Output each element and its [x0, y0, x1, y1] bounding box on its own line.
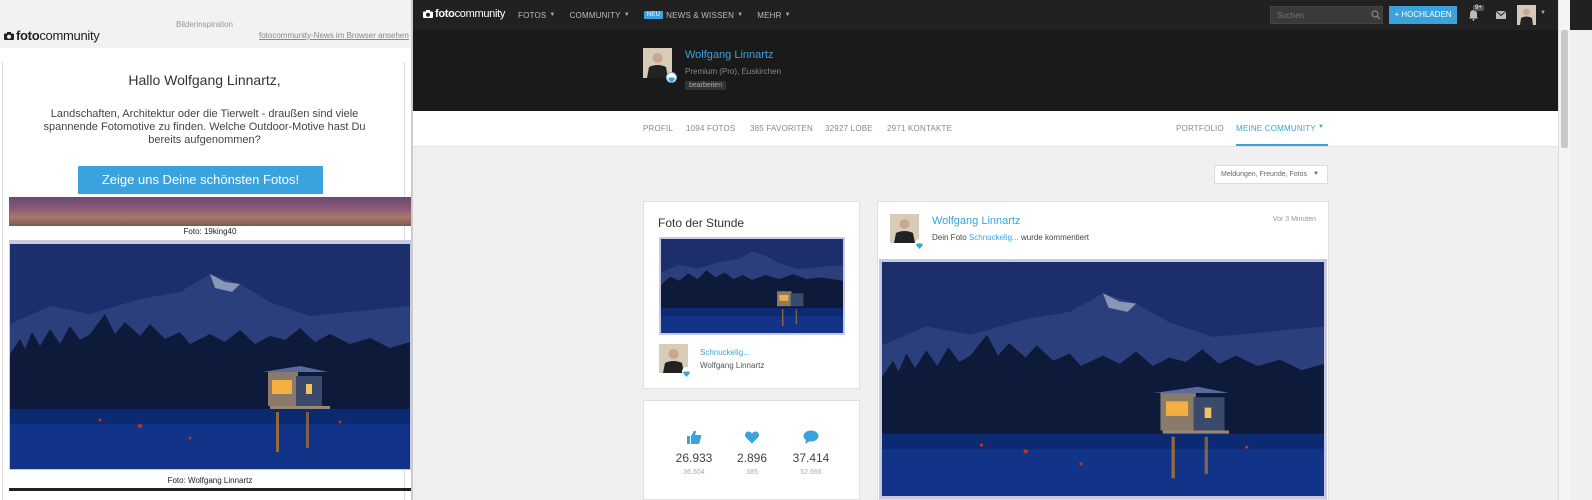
heart-icon [745, 431, 759, 444]
feed-author-name[interactable]: Wolfgang Linnartz [932, 215, 1020, 227]
upload-button[interactable]: + HOCHLADEN [1389, 6, 1457, 24]
stat-value: 37.414 [792, 451, 830, 465]
feed-photo[interactable] [879, 259, 1327, 499]
lake-cabin-photo [882, 262, 1324, 496]
nav-label: NEWS & WISSEN [666, 10, 735, 20]
camera-icon [423, 10, 433, 18]
filter-value: Meldungen, Freunde, Fotos [1221, 171, 1307, 178]
tab-fotos[interactable]: 1094 FOTOS [686, 124, 735, 133]
fotocommunity-site: fotocommunity FOTOS ▼ COMMUNITY ▼ NEU NE… [413, 0, 1592, 500]
tab-kontakte[interactable]: 2971 KONTAKTE [887, 124, 952, 133]
stat-sub: 36.504 [683, 469, 705, 476]
page-scrollbar[interactable] [1558, 0, 1570, 500]
feed-text-post: wurde kommentiert [1020, 233, 1089, 242]
mail-icon[interactable] [1496, 11, 1506, 19]
feed-timestamp: Vor 3 Minuten [1272, 216, 1316, 223]
premium-diamond-icon [666, 72, 677, 83]
profile-name[interactable]: Wolfgang Linnartz [685, 49, 773, 61]
photo-of-hour-card: Foto der Stunde Schnuckelig... Wolfgang … [643, 201, 860, 389]
stat-likes: 26.933 36.504 [664, 429, 724, 476]
newsletter-logo[interactable]: fotocommunity [4, 28, 100, 43]
newsletter-feature-photo[interactable] [9, 240, 411, 470]
chevron-down-icon: ▼ [549, 12, 556, 18]
newsletter-panel: fotocommunity Bilderinspiration fotocomm… [0, 0, 413, 500]
photo-caption: Foto: 19king40 [183, 227, 237, 236]
view-in-browser-link[interactable]: fotocommunity-News im Browser ansehen [259, 31, 409, 40]
photo-caption: Foto: Wolfgang Linnartz [167, 476, 253, 485]
heather-photo-strip[interactable] [9, 197, 411, 226]
nav-label: MEHR [757, 10, 782, 20]
top-navbar: fotocommunity FOTOS ▼ COMMUNITY ▼ NEU NE… [413, 0, 1592, 30]
nav-label: FOTOS [518, 10, 547, 20]
stat-sub: 52.666 [800, 469, 822, 476]
nav-fotos[interactable]: FOTOS ▼ [511, 11, 563, 20]
comment-icon [803, 430, 819, 444]
user-menu-avatar[interactable] [1517, 5, 1536, 25]
photo-strip-bottom [9, 488, 411, 491]
tab-profil[interactable]: PROFIL [643, 124, 673, 133]
chevron-down-icon[interactable]: ▼ [1318, 124, 1324, 130]
tab-favoriten[interactable]: 385 FAVORITEN [750, 124, 813, 133]
chevron-down-icon[interactable]: ▼ [1540, 10, 1546, 16]
nav-mehr[interactable]: MEHR ▼ [750, 11, 798, 20]
edit-profile-button[interactable]: bearbeiten [685, 81, 727, 90]
search-icon[interactable] [1371, 10, 1381, 20]
stat-comments: 37.414 52.666 [781, 429, 841, 476]
logo-text: fotocommunity [16, 28, 100, 43]
tab-meine-community[interactable]: MEINE COMMUNITY [1236, 124, 1316, 133]
main-content: Meldungen, Freunde, Fotos ▼ Foto der Stu… [413, 148, 1558, 500]
newsletter-greeting: Hallo Wolfgang Linnartz, [128, 72, 281, 88]
photo-title-link[interactable]: Schnuckelig... [700, 348, 750, 357]
stat-favorites: 2.896 385 [722, 429, 782, 476]
avatar-portrait [890, 214, 919, 243]
lake-cabin-photo [10, 244, 410, 469]
thumbs-up-icon [687, 430, 702, 444]
photo-of-hour-image[interactable] [659, 237, 845, 335]
newsletter-header: fotocommunity Bilderinspiration fotocomm… [0, 0, 413, 48]
show-photos-button[interactable]: Zeige uns Deine schönsten Fotos! [78, 166, 323, 194]
feed-message: Dein Foto Schnuckelig... wurde kommentie… [932, 233, 1089, 242]
newsletter-kicker: Bilderinspiration [176, 20, 233, 29]
active-tab-indicator [1236, 144, 1328, 146]
tab-portfolio[interactable]: PORTFOLIO [1176, 124, 1224, 133]
profile-header: Wolfgang Linnartz Premium (Pro), Euskirc… [413, 30, 1558, 111]
nav-community[interactable]: COMMUNITY ▼ [563, 11, 637, 20]
chevron-down-icon: ▼ [623, 12, 630, 18]
nav-news[interactable]: NEU NEWS & WISSEN ▼ [637, 11, 750, 20]
lake-cabin-photo [661, 239, 843, 333]
logo-text-rest: community [39, 28, 100, 43]
premium-diamond-icon [915, 239, 924, 249]
feed-author-avatar[interactable] [890, 214, 919, 243]
logo-text-rest: community [454, 8, 506, 20]
chevron-down-icon: ▼ [1313, 171, 1319, 177]
feed-filter-select[interactable]: Meldungen, Freunde, Fotos ▼ [1214, 165, 1328, 184]
tab-lobe[interactable]: 32927 LOBE [825, 124, 873, 133]
feed-photo-link[interactable]: Schnuckelig... [969, 233, 1019, 242]
nav-label: COMMUNITY [569, 10, 621, 20]
chevron-down-icon: ▼ [784, 12, 791, 18]
main-nav: FOTOS ▼ COMMUNITY ▼ NEU NEWS & WISSEN ▼ … [511, 0, 798, 30]
profile-avatar[interactable] [643, 48, 677, 83]
scrollbar-thumb[interactable] [1561, 30, 1568, 148]
profile-tabs: PROFIL 1094 FOTOS 385 FAVORITEN 32927 LO… [413, 111, 1558, 147]
feed-text-pre: Dein Foto [932, 233, 967, 242]
site-logo[interactable]: fotocommunity [423, 8, 505, 20]
new-badge: NEU [643, 11, 664, 19]
card-title: Foto der Stunde [658, 216, 745, 230]
profile-meta: Premium (Pro), Euskirchen [685, 67, 782, 76]
stat-sub: 385 [746, 469, 758, 476]
stats-card: 26.933 36.504 2.896 385 37.414 52.666 [643, 400, 860, 500]
premium-diamond-icon [682, 367, 691, 377]
stat-value: 26.933 [675, 451, 713, 465]
stat-value: 2.896 [736, 451, 768, 465]
notification-count-badge: 9+ [1473, 5, 1484, 11]
activity-feed-item: Wolfgang Linnartz Vor 3 Minuten Dein Fot… [877, 201, 1329, 500]
search-input[interactable] [1270, 6, 1383, 24]
newsletter-intro: Landschaften, Architektur oder die Tierw… [43, 108, 366, 146]
logo-text: fotocommunity [435, 8, 506, 20]
camera-icon [4, 31, 14, 40]
chevron-down-icon: ▼ [737, 12, 744, 18]
photo-author[interactable]: Wolfgang Linnartz [700, 361, 764, 370]
avatar-portrait [1517, 5, 1536, 25]
